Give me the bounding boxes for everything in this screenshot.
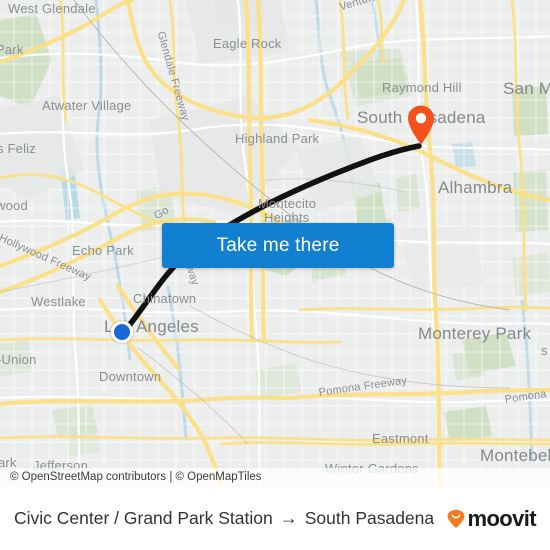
moovit-logo[interactable]: moovit [446,505,537,532]
moovit-trip-map-widget: .land { fill:#eceeed; } .block { fill:#e… [0,0,550,550]
trip-origin-label: Civic Center / Grand Park Station [14,508,273,528]
map-pin-icon [408,105,434,145]
trip-destination-label: South Pasadena [304,508,435,528]
map-canvas[interactable]: .land { fill:#eceeed; } .block { fill:#e… [0,0,550,487]
moovit-wordmark: moovit [467,505,536,531]
map-attribution[interactable]: © OpenStreetMap contributors | © OpenMap… [0,468,550,487]
trip-footer: Civic Center / Grand Park Station → Sout… [0,487,550,550]
trip-title: Civic Center / Grand Park Station → Sout… [14,508,434,529]
moovit-pin-smile-icon [447,509,465,528]
destination-marker[interactable] [406,104,436,146]
trip-arrow-icon: → [279,508,298,528]
origin-marker[interactable] [111,321,133,343]
take-me-there-button[interactable]: Take me there [162,223,394,268]
